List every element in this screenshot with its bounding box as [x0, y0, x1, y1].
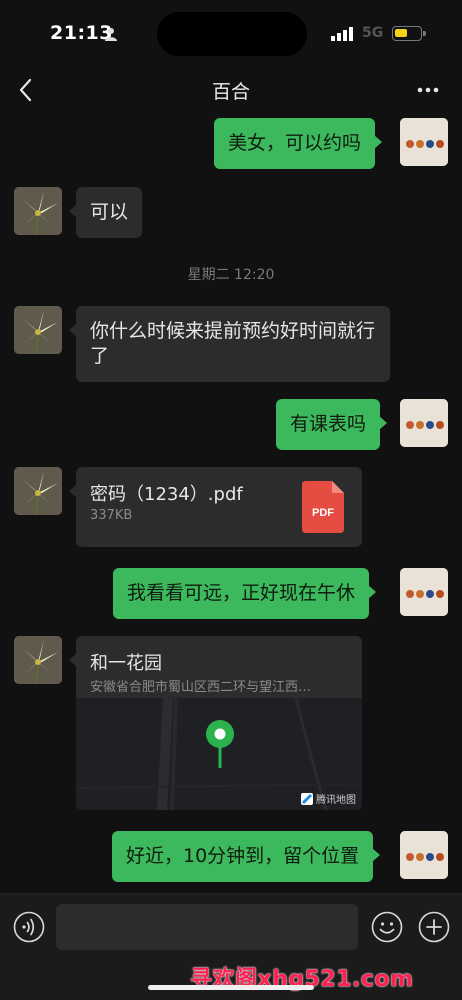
dynamic-island [157, 12, 307, 56]
message-bubble-incoming[interactable]: 你什么时候来提前预约好时间就行了 [69, 306, 390, 382]
file-size: 337KB [90, 508, 133, 523]
signal-icon [331, 27, 353, 41]
map-preview[interactable]: 腾讯地图 [76, 697, 362, 810]
self-avatar[interactable] [400, 831, 448, 879]
self-avatar[interactable] [400, 118, 448, 166]
message-bubble-incoming[interactable]: 可以 [68, 187, 143, 238]
message-input[interactable] [56, 904, 358, 950]
message-timestamp: 星期二 12:20 [187, 267, 275, 283]
chat-header: 百合 [0, 64, 462, 116]
self-avatar-image [400, 118, 448, 166]
lily-avatar-image [14, 636, 62, 684]
message-bubble-outgoing[interactable]: 我看看可远，正好现在午休 [113, 568, 377, 619]
self-avatar[interactable] [400, 399, 448, 447]
contact-avatar[interactable] [14, 187, 62, 235]
home-indicator[interactable] [148, 985, 314, 990]
lily-avatar-image [14, 467, 62, 515]
more-dots-icon[interactable] [416, 78, 440, 102]
pdf-icon: PDF [302, 481, 344, 533]
location-message-card[interactable]: 和一花园 安徽省合肥市蜀山区西二环与望江西… 腾讯地图 [76, 636, 362, 810]
self-avatar[interactable] [400, 568, 448, 616]
message-bubble-outgoing[interactable]: 好近，10分钟到，留个位置 [112, 831, 381, 882]
map-attribution-text: 腾讯地图 [316, 795, 356, 806]
contact-avatar[interactable] [14, 467, 62, 515]
message-bubble-outgoing[interactable]: 美女，可以约吗 [214, 118, 383, 169]
location-address: 安徽省合肥市蜀山区西二环与望江西… [90, 680, 312, 695]
focus-person-icon [105, 28, 117, 41]
file-name: 密码（1234）.pdf [90, 484, 243, 505]
map-attribution: 腾讯地图 [301, 791, 356, 806]
emoji-icon[interactable] [371, 911, 403, 943]
battery-icon [392, 26, 426, 41]
location-name: 和一花园 [90, 653, 162, 674]
self-avatar-image [400, 399, 448, 447]
status-bar: 21:13 5G [0, 0, 462, 64]
self-avatar-image [400, 831, 448, 879]
self-avatar-image [400, 568, 448, 616]
pdf-icon-label: PDF [312, 507, 334, 519]
file-message-card[interactable]: 密码（1234）.pdf 337KB PDF [69, 467, 362, 547]
contact-avatar[interactable] [14, 636, 62, 684]
message-bubble-outgoing[interactable]: 有课表吗 [276, 399, 388, 450]
lily-avatar-image [14, 306, 62, 354]
lily-avatar-image [14, 187, 62, 235]
contact-avatar[interactable] [14, 306, 62, 354]
network-label: 5G [362, 25, 384, 41]
plus-icon[interactable] [418, 911, 450, 943]
tencent-map-logo-icon [301, 792, 313, 805]
chat-title: 百合 [211, 81, 250, 103]
voice-icon[interactable] [13, 911, 45, 943]
